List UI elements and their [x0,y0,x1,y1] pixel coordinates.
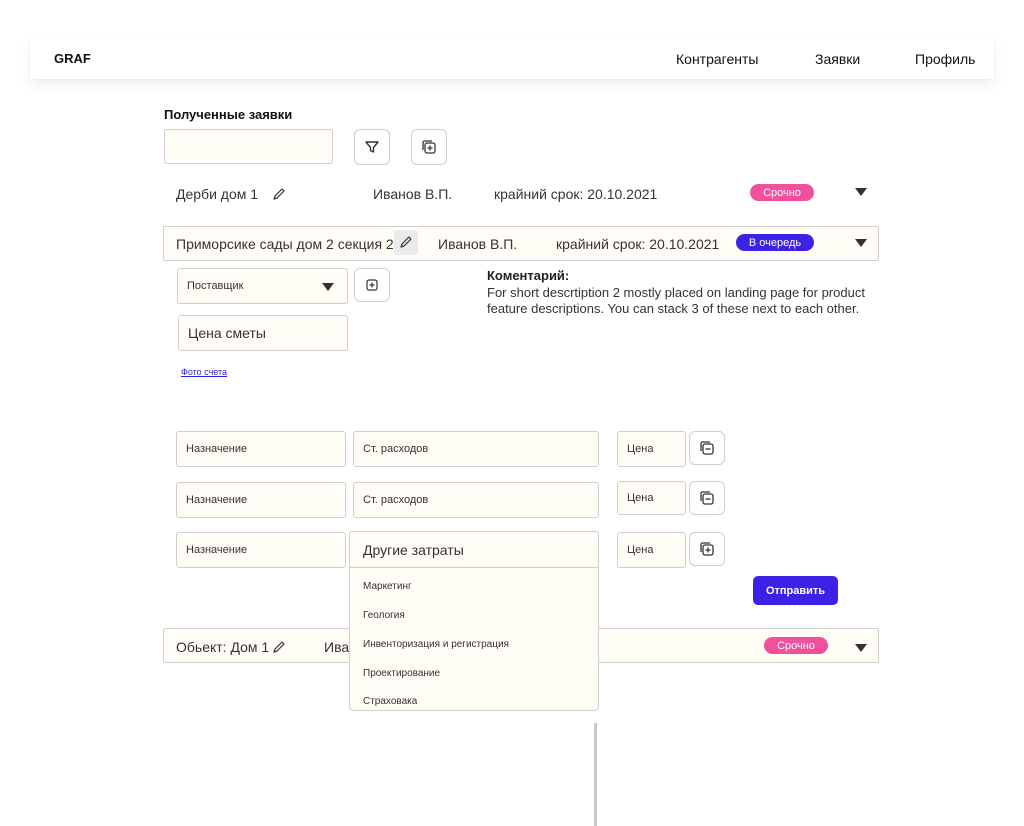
dropdown-option[interactable]: Проектирование [363,668,440,679]
page-title: Полученные заявки [164,107,293,122]
add-row-button[interactable] [689,532,725,566]
nav-counterparties[interactable]: Контрагенты [676,51,758,67]
purpose-field[interactable]: Назначение [176,532,346,568]
remove-row-button[interactable] [689,481,725,515]
remove-row-button[interactable] [689,431,725,465]
copy-remove-icon [700,441,714,455]
dropdown-option[interactable]: Инвенторизация и регистрация [363,639,509,650]
expense-category-field[interactable]: Ст. расходов [353,482,599,518]
status-badge: Срочно [764,637,828,654]
status-badge: В очередь [736,234,814,251]
invoice-photo-link[interactable]: Фото счета [181,367,227,377]
caret-down-icon [322,283,334,291]
estimate-price-field[interactable]: Цена сметы [178,315,348,351]
add-supplier-button[interactable] [354,268,390,302]
request-deadline: крайний срок: 20.10.2021 [494,186,658,202]
request-person: Ива [324,639,350,655]
caret-down-icon[interactable] [855,239,867,247]
price-field[interactable]: Цена [617,532,686,568]
dropdown-option[interactable]: Маркетинг [363,581,412,592]
nav-requests[interactable]: Заявки [815,51,860,67]
scrollbar[interactable] [594,723,597,826]
price-field[interactable]: Цена [617,481,686,515]
request-title: Обьект: Дом 1 [176,639,270,655]
supplier-select[interactable]: Поставщик [177,268,348,304]
pencil-icon[interactable] [272,640,286,654]
comment-title: Коментарий: [487,268,570,283]
copy-add-icon [422,140,436,154]
edit-button[interactable] [394,230,418,255]
status-badge: Срочно [750,184,814,201]
category-dropdown-menu: Маркетинг Геология Инвенторизация и реги… [349,567,599,711]
pencil-icon [400,236,412,248]
search-input[interactable] [164,129,333,164]
pencil-icon[interactable] [272,187,286,201]
request-title: Дерби дом 1 [176,186,259,202]
copy-add-icon [700,542,714,556]
caret-down-icon[interactable] [855,188,867,196]
copy-add-icon [366,279,378,291]
filter-icon [365,141,379,153]
filter-button[interactable] [354,129,390,165]
expense-category-field[interactable]: Ст. расходов [353,431,599,467]
request-person: Иванов В.П. [373,186,453,202]
purpose-field[interactable]: Назначение [176,431,346,467]
copy-add-button[interactable] [411,129,447,165]
purpose-field[interactable]: Назначение [176,482,346,518]
submit-button[interactable]: Отправить [753,576,838,605]
expense-category-select[interactable]: Другие затраты [349,531,599,568]
dropdown-option[interactable]: Страховака [363,696,417,707]
copy-remove-icon [700,491,714,505]
comment-text: For short descrtiption 2 mostly placed o… [487,285,865,316]
request-person: Иванов В.П. [438,236,518,252]
request-deadline: крайний срок: 20.10.2021 [556,236,720,252]
nav-profile[interactable]: Профиль [915,51,975,67]
brand-logo[interactable]: GRAF [54,51,91,66]
price-field[interactable]: Цена [617,431,686,467]
request-title: Приморсике сады дом 2 секция 2 [176,236,394,252]
supplier-select-value: Поставщик [187,280,244,292]
dropdown-option[interactable]: Геология [363,610,405,621]
caret-down-icon[interactable] [855,644,867,652]
top-navbar: GRAF Контрагенты Заявки Профиль [30,37,994,79]
